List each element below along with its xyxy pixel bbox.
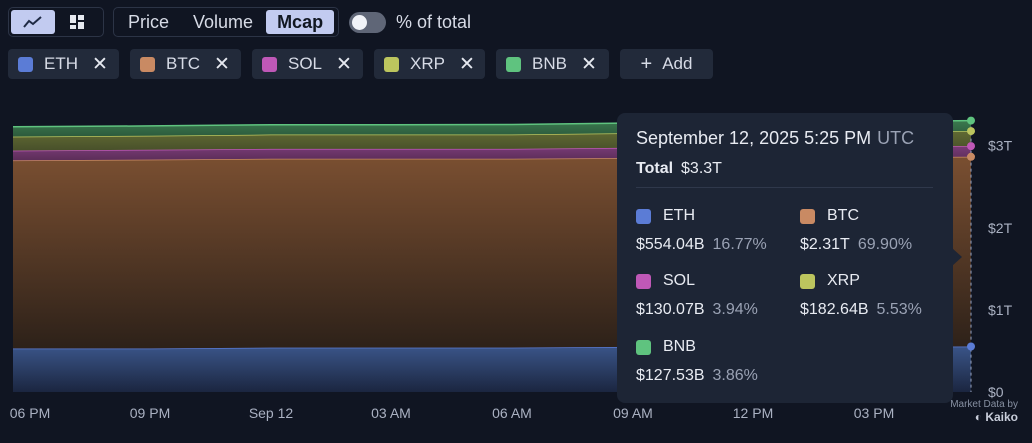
line-chart-view-button[interactable]: [11, 10, 55, 34]
hover-dot-bnb: [967, 116, 975, 125]
grid-icon: [70, 15, 84, 29]
bnb-swatch: [636, 339, 651, 355]
btc-swatch: [800, 208, 815, 224]
percent-of-total-label: % of total: [396, 12, 472, 32]
view-toggle: [8, 7, 104, 37]
tooltip-total: Total $3.3T: [636, 160, 722, 178]
item-name: XRP: [827, 272, 860, 289]
series-chip-eth[interactable]: ETH ✕: [8, 49, 119, 79]
series-chip-xrp[interactable]: XRP ✕: [374, 49, 485, 79]
item-value: $554.04B: [636, 236, 705, 253]
item-value: $2.31T: [800, 236, 850, 253]
metric-selector: Price Volume Mcap: [113, 7, 339, 37]
remove-eth-icon[interactable]: ✕: [92, 53, 108, 76]
chart-tooltip: September 12, 2025 5:25 PM UTC Total $3.3T…: [617, 113, 962, 403]
remove-sol-icon[interactable]: ✕: [336, 53, 352, 76]
x-tick-label: 09 PM: [130, 405, 170, 421]
tooltip-date-text: September 12, 2025 5:25 PM: [636, 128, 872, 148]
chip-label: XRP: [410, 54, 445, 73]
tooltip-item-eth: ETH $554.04B 16.77%: [636, 206, 786, 254]
y-tick-label: $0: [988, 384, 1004, 400]
percent-of-total-toggle[interactable]: [349, 12, 386, 33]
remove-xrp-icon[interactable]: ✕: [459, 53, 475, 76]
market-data-attribution: Market Data by ◐ Kaiko: [940, 399, 1018, 423]
tooltip-item-xrp: XRP $182.64B 5.53%: [800, 271, 950, 319]
item-pct: 5.53%: [876, 301, 922, 318]
bnb-swatch: [506, 56, 521, 72]
item-name: SOL: [663, 272, 696, 289]
item-pct: 3.94%: [712, 301, 758, 318]
y-tick-label: $3T: [988, 138, 1013, 154]
sol-swatch: [636, 273, 651, 289]
series-chip-btc[interactable]: BTC ✕: [130, 49, 241, 79]
item-value: $127.53B: [636, 367, 705, 384]
kaiko-logo: ◐ Kaiko: [940, 411, 1018, 423]
tooltip-timezone: UTC: [877, 128, 915, 148]
x-tick-label: Sep 12: [249, 405, 294, 421]
item-pct: 3.86%: [712, 367, 758, 384]
series-chip-bnb[interactable]: BNB ✕: [496, 49, 609, 79]
metric-volume-button[interactable]: Volume: [182, 10, 264, 34]
kaiko-brand: Kaiko: [985, 410, 1018, 424]
tooltip-item-bnb: BNB $127.53B 3.86%: [636, 337, 786, 385]
metric-price-button[interactable]: Price: [117, 10, 180, 34]
tooltip-item-btc: BTC $2.31T 69.90%: [800, 206, 950, 254]
tooltip-pointer: [952, 248, 962, 266]
hover-dot-btc: [967, 152, 975, 161]
chip-label: BNB: [532, 54, 567, 73]
eth-swatch: [18, 56, 33, 72]
total-label: Total: [636, 160, 674, 177]
add-series-button[interactable]: + Add: [620, 49, 713, 79]
item-value: $182.64B: [800, 301, 869, 318]
item-pct: 16.77%: [712, 236, 767, 253]
btc-swatch: [140, 56, 155, 72]
chip-label: SOL: [288, 54, 323, 73]
x-axis: 06 PM 09 PM Sep 12 03 AM 06 AM 09 AM 12 PM 03 P…: [10, 405, 894, 421]
line-chart-icon: [23, 16, 42, 28]
item-value: $130.07B: [636, 301, 705, 318]
series-chip-sol[interactable]: SOL ✕: [252, 49, 363, 79]
sol-swatch: [262, 56, 277, 72]
x-tick-label: 03 PM: [854, 405, 894, 421]
y-axis: $0 $1T $2T $3T: [988, 138, 1013, 400]
x-tick-label: 12 PM: [733, 405, 773, 421]
item-name: ETH: [663, 207, 695, 224]
y-tick-label: $1T: [988, 302, 1013, 318]
item-pct: 69.90%: [857, 236, 913, 253]
tooltip-divider: [636, 187, 933, 188]
tooltip-item-sol: SOL $130.07B 3.94%: [636, 271, 786, 319]
hover-dot-sol: [967, 142, 975, 151]
metric-mcap-button[interactable]: Mcap: [266, 10, 335, 34]
x-tick-label: 03 AM: [371, 405, 411, 421]
plus-icon: +: [640, 52, 653, 75]
kaiko-icon: ◐: [974, 410, 982, 424]
chip-label: BTC: [166, 54, 200, 73]
remove-btc-icon[interactable]: ✕: [214, 53, 230, 76]
eth-swatch: [636, 208, 651, 224]
xrp-swatch: [384, 56, 399, 72]
remove-bnb-icon[interactable]: ✕: [581, 53, 597, 76]
x-tick-label: 06 AM: [492, 405, 532, 421]
grid-view-button[interactable]: [55, 10, 99, 34]
y-tick-label: $2T: [988, 220, 1013, 236]
add-label: Add: [662, 54, 693, 73]
hover-dot-eth: [967, 342, 975, 351]
total-value: $3.3T: [681, 160, 722, 177]
xrp-swatch: [800, 273, 815, 289]
hover-dot-xrp: [967, 127, 975, 136]
toggle-knob: [352, 15, 367, 30]
x-tick-label: 06 PM: [10, 405, 50, 421]
item-name: BNB: [663, 338, 696, 355]
chip-label: ETH: [44, 54, 78, 73]
x-tick-label: 09 AM: [613, 405, 653, 421]
tooltip-date: September 12, 2025 5:25 PM UTC: [636, 128, 914, 149]
item-name: BTC: [827, 207, 859, 224]
